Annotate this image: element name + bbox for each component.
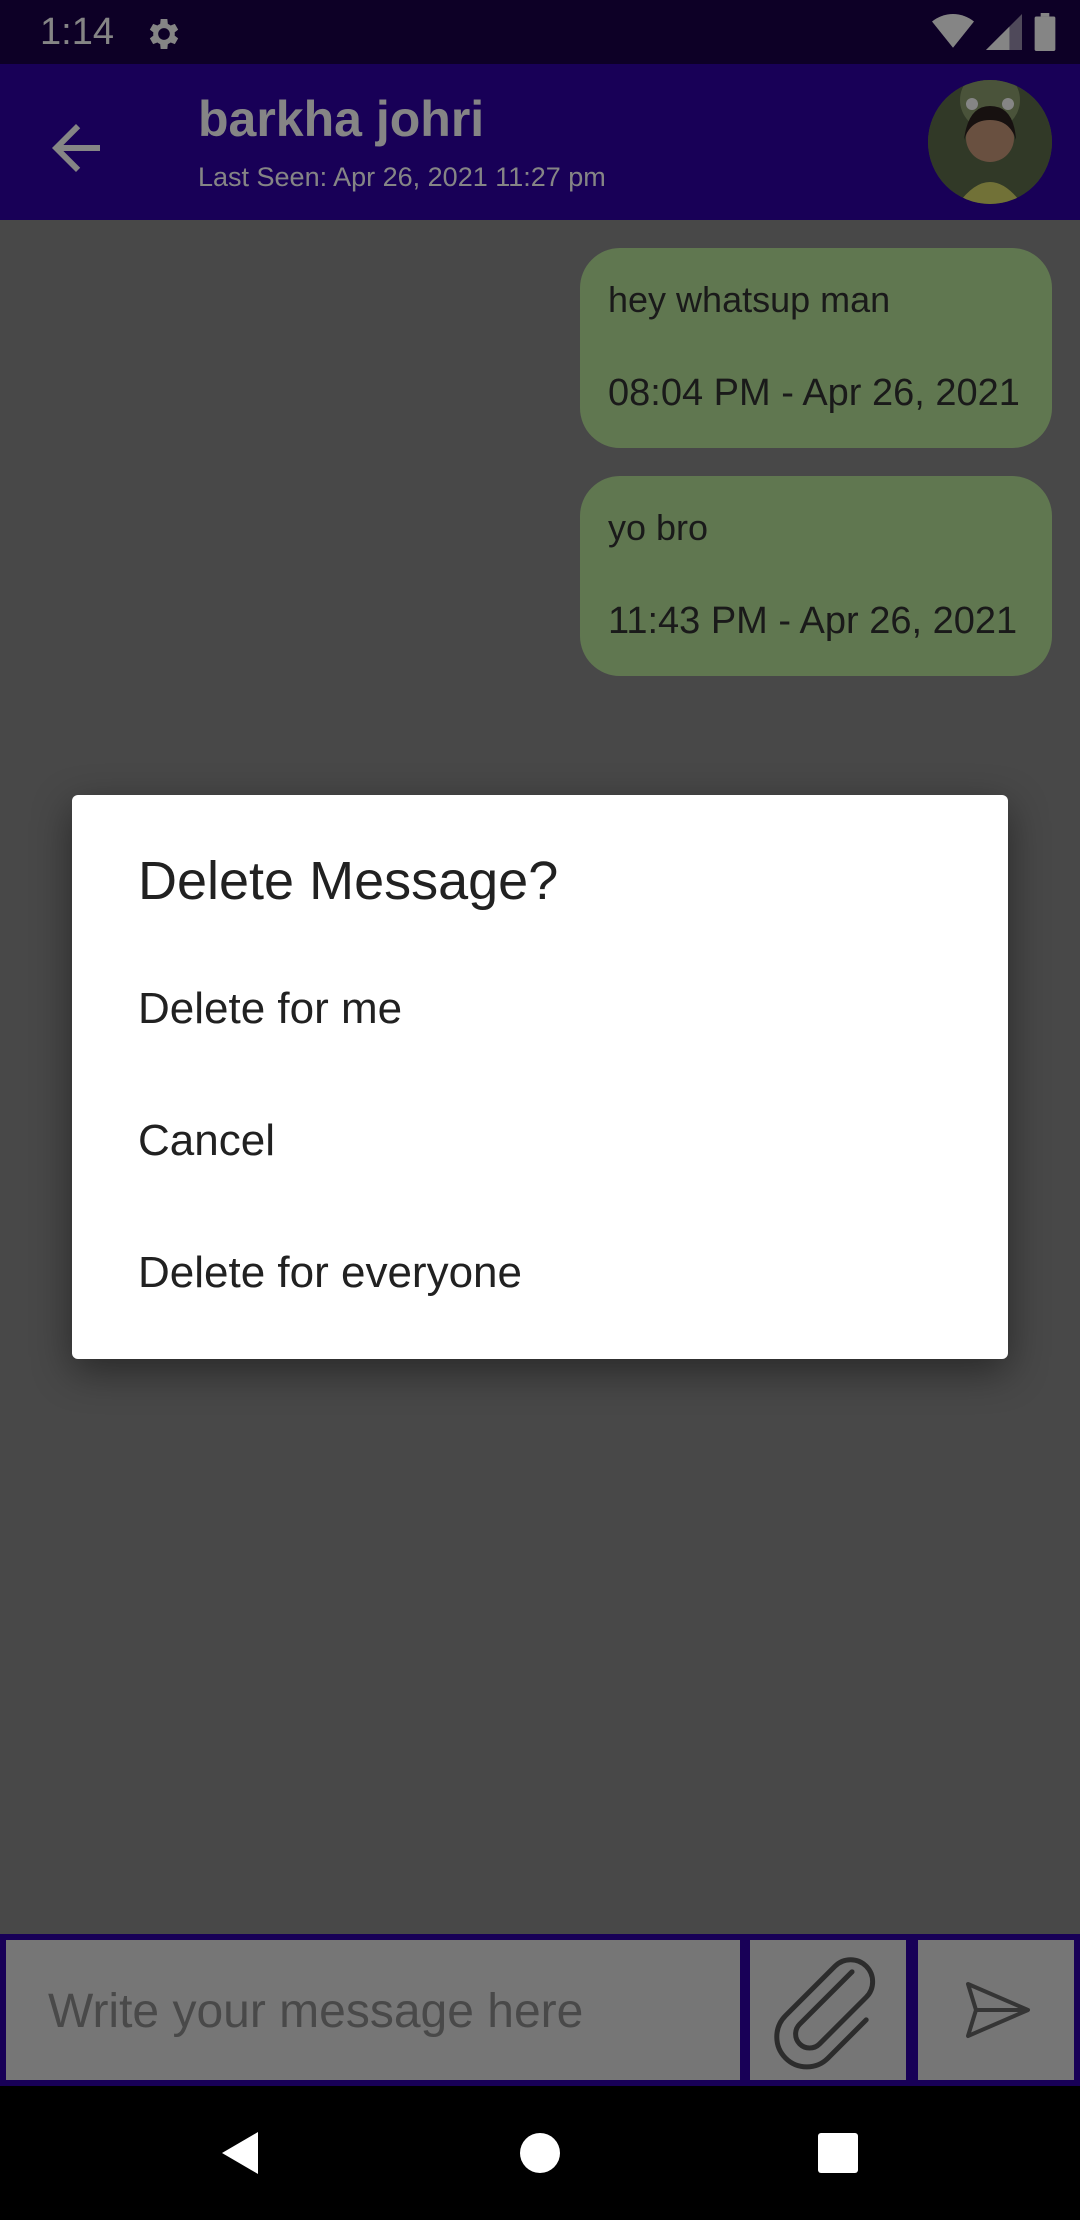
delete-message-dialog: Delete Message? Delete for me Cancel Del… xyxy=(72,795,1008,1359)
nav-recents-button[interactable] xyxy=(793,2108,883,2198)
nav-home-button[interactable] xyxy=(495,2108,585,2198)
option-label: Delete for everyone xyxy=(138,1248,522,1297)
cancel-option[interactable]: Cancel xyxy=(72,1071,1008,1203)
option-label: Cancel xyxy=(138,1116,275,1165)
navigation-bar xyxy=(0,2086,1080,2220)
option-label: Delete for me xyxy=(138,984,403,1033)
delete-for-everyone-option[interactable]: Delete for everyone xyxy=(72,1203,1008,1335)
back-triangle-icon xyxy=(222,2132,258,2174)
nav-back-button[interactable] xyxy=(196,2108,286,2198)
recents-square-icon xyxy=(818,2133,858,2173)
delete-for-me-option[interactable]: Delete for me xyxy=(72,939,1008,1071)
home-circle-icon xyxy=(520,2133,560,2173)
dialog-title: Delete Message? xyxy=(138,851,559,911)
